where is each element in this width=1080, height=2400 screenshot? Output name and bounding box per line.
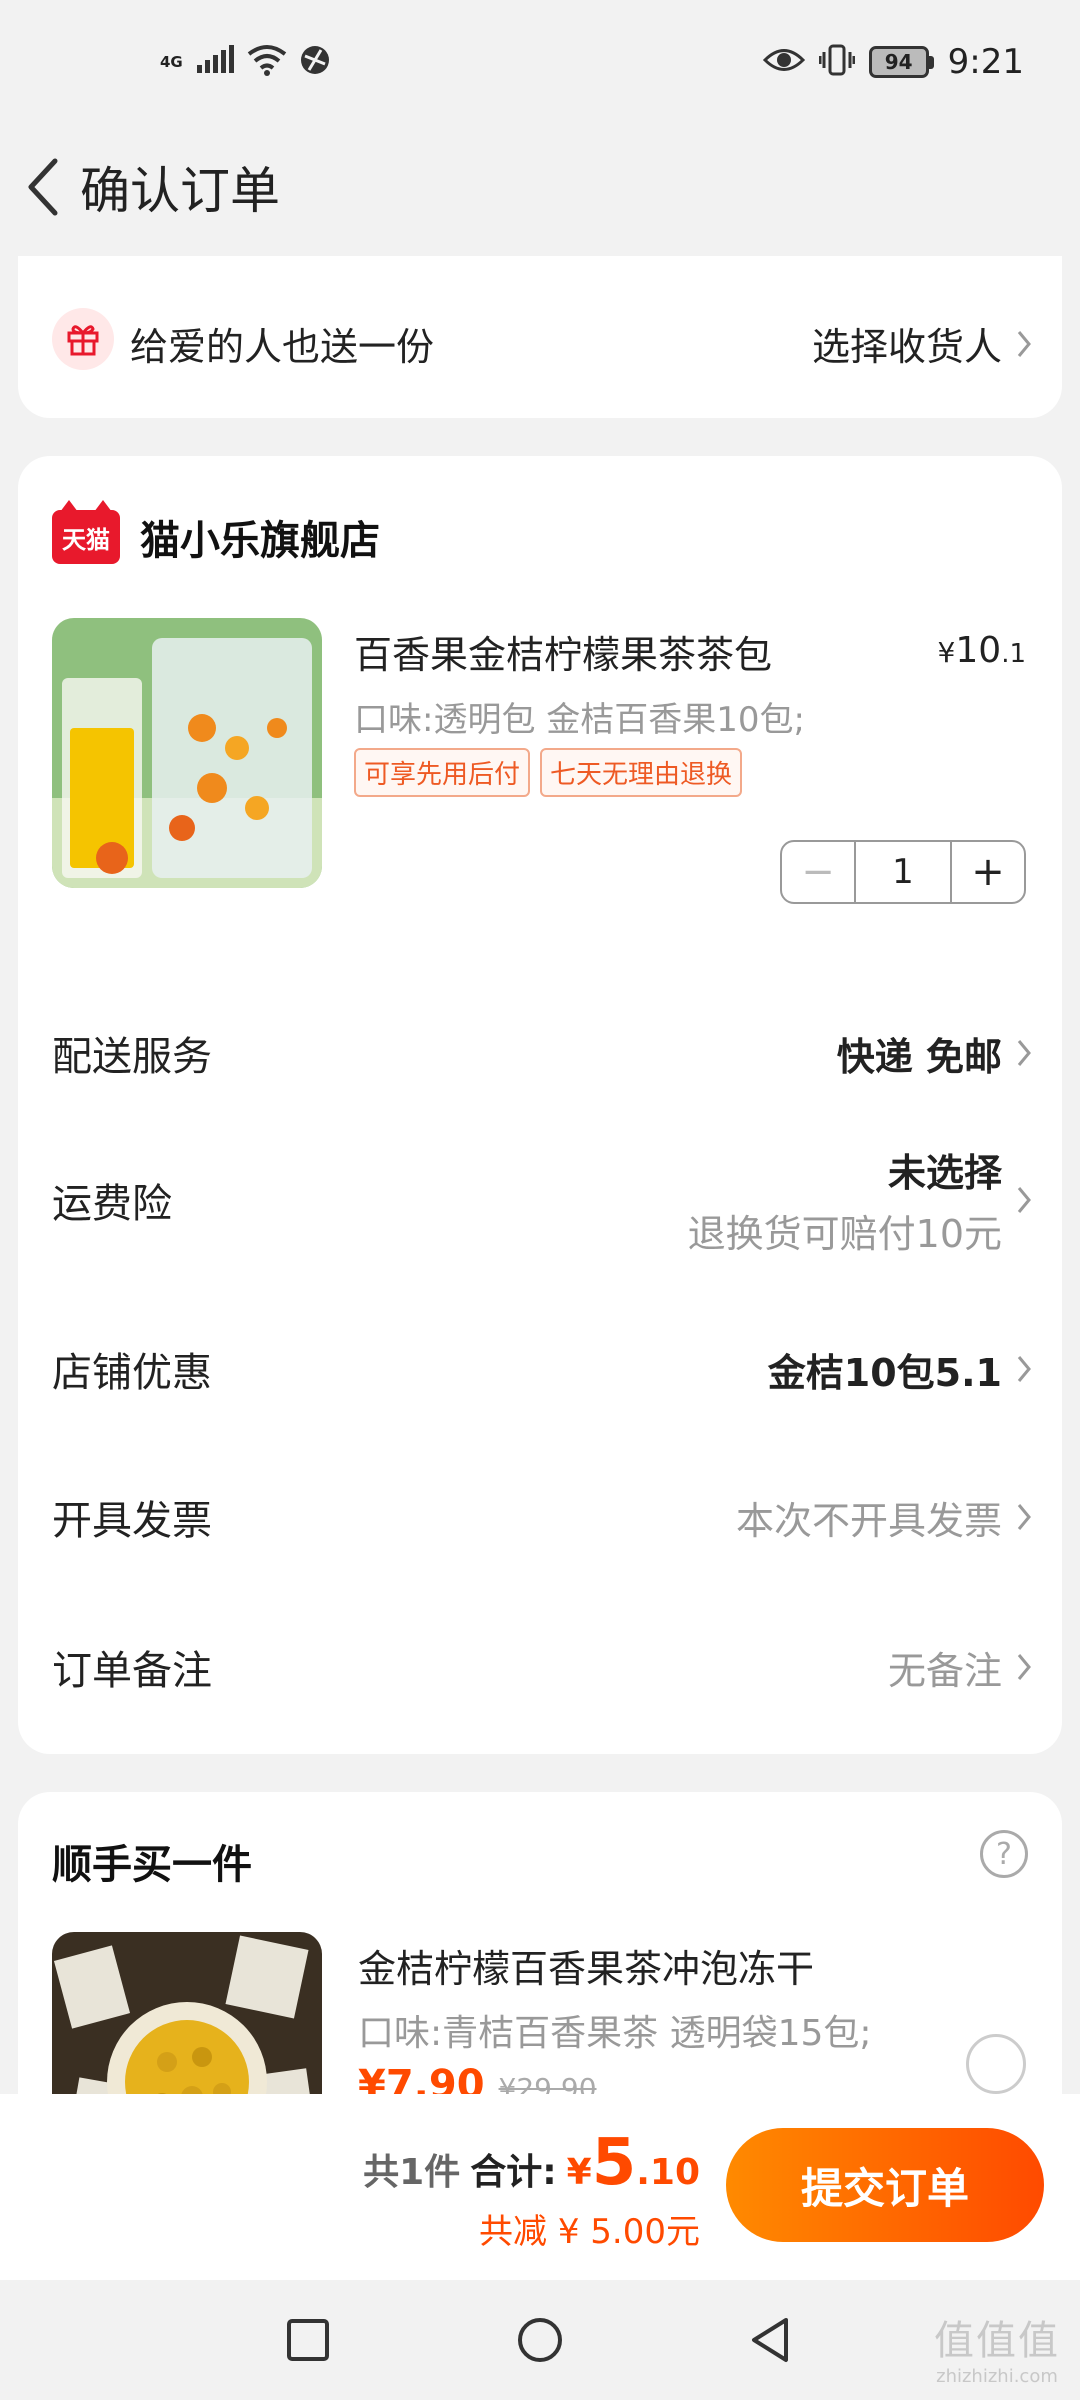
tag-pay-later: 可享先用后付 xyxy=(354,748,531,797)
tmall-logo: 天猫 xyxy=(52,500,120,564)
quantity-value[interactable]: 1 xyxy=(854,842,952,902)
tag-free-return: 七天无理由退换 xyxy=(540,748,743,797)
store-discount-label: 店铺优惠 xyxy=(52,1350,212,1396)
product-tags: 可享先用后付 七天无理由退换 xyxy=(354,748,743,797)
order-note-row[interactable]: 订单备注 无备注 xyxy=(52,1638,1032,1696)
page-header: 确认订单 xyxy=(0,132,1080,242)
addon-title: 顺手买一件 xyxy=(52,1842,252,1888)
square-icon xyxy=(287,2319,329,2361)
shipping-insurance-row[interactable]: 运费险 未选择 退换货可赔付10元 xyxy=(52,1142,1032,1258)
chevron-right-icon xyxy=(1017,1504,1031,1530)
watermark-logo: 值值值 xyxy=(934,2318,1060,2364)
chevron-right-icon xyxy=(1017,1187,1031,1213)
watermark-url: zhizhizhi.com xyxy=(936,2366,1058,2387)
discount-total: 共减 ¥ 5.00元 xyxy=(479,2212,700,2252)
invoice-row[interactable]: 开具发票 本次不开具发票 xyxy=(52,1488,1032,1546)
invoice-label: 开具发票 xyxy=(52,1498,212,1544)
triangle-back-icon xyxy=(752,2318,788,2362)
product-image[interactable] xyxy=(52,618,322,888)
addon-select-radio[interactable] xyxy=(966,2034,1026,2094)
chevron-right-icon xyxy=(1017,330,1031,357)
total-label: 合计: xyxy=(470,2152,557,2193)
decrease-quantity-button[interactable]: − xyxy=(782,842,854,902)
store-discount-row[interactable]: 店铺优惠 金桔10包5.1 xyxy=(52,1340,1032,1398)
total-price: ¥5.10 xyxy=(566,2126,700,2200)
battery-icon: 94 xyxy=(868,46,934,78)
submit-order-button[interactable]: 提交订单 xyxy=(726,2128,1044,2242)
wifi-icon xyxy=(247,44,287,80)
order-summary: 共1件 合计: ¥5.10 共减 ¥ 5.00元 xyxy=(363,2126,700,2253)
watermark: 值值值 zhizhizhi.com xyxy=(934,2308,1060,2387)
store-row[interactable]: 天猫 猫小乐旗舰店 xyxy=(52,500,380,566)
recent-apps-button[interactable] xyxy=(278,2310,338,2370)
status-right: 94 9:21 xyxy=(762,42,1024,82)
checkout-bar: 共1件 合计: ¥5.10 共减 ¥ 5.00元 提交订单 xyxy=(0,2094,1080,2280)
increase-quantity-button[interactable]: + xyxy=(952,842,1024,902)
delivery-service-row[interactable]: 配送服务 快递 免邮 xyxy=(52,1024,1032,1082)
battery-level: 94 xyxy=(868,46,929,78)
quantity-stepper: − 1 + xyxy=(780,840,1026,904)
addon-product-spec: 口味:青桔百香果茶 透明袋15包; xyxy=(358,2013,872,2054)
circle-icon xyxy=(518,2318,562,2362)
invoice-value: 本次不开具发票 xyxy=(735,1498,1002,1543)
gift-text: 给爱的人也送一份 xyxy=(130,325,435,369)
chevron-right-icon xyxy=(1017,1040,1031,1066)
status-left: 4G xyxy=(160,44,331,80)
network-type-label: 4G xyxy=(160,53,183,71)
store-name: 猫小乐旗舰店 xyxy=(140,518,380,564)
system-nav-bar: 值值值 zhizhizhi.com xyxy=(0,2280,1080,2400)
order-note-value: 无备注 xyxy=(887,1648,1002,1693)
clock: 9:21 xyxy=(947,42,1024,82)
product-price: ¥10.1 xyxy=(937,630,1026,671)
gift-card[interactable]: 给爱的人也送一份 选择收货人 xyxy=(18,256,1062,418)
product-spec[interactable]: 口味:透明包 金桔百香果10包; xyxy=(354,692,805,741)
delivery-service-label: 配送服务 xyxy=(52,1034,212,1080)
chevron-left-icon xyxy=(28,158,58,216)
eye-comfort-icon xyxy=(762,45,805,79)
shipping-insurance-sub: 退换货可赔付10元 xyxy=(687,1212,1002,1256)
gift-icon xyxy=(52,308,114,370)
delivery-service-value: 快递 免邮 xyxy=(836,1034,1002,1079)
system-back-button[interactable] xyxy=(740,2310,800,2370)
order-note-label: 订单备注 xyxy=(52,1648,212,1694)
chevron-right-icon xyxy=(1017,1356,1031,1382)
shipping-insurance-value: 未选择 xyxy=(887,1151,1002,1195)
signal-icon xyxy=(195,45,235,79)
select-recipient-button[interactable]: 选择收货人 xyxy=(812,316,1032,371)
shipping-insurance-label: 运费险 xyxy=(52,1181,172,1227)
addon-card: 顺手买一件 ? 金桔柠檬百香果茶冲泡冻干 口味:青桔百香果茶 透明袋15包; ¥… xyxy=(18,1792,1062,2122)
home-button[interactable] xyxy=(510,2310,570,2370)
status-bar: 4G 94 9:21 xyxy=(0,0,1080,120)
vpn-globe-icon xyxy=(299,44,331,80)
item-count: 共1件 xyxy=(363,2152,461,2193)
page-title: 确认订单 xyxy=(80,162,280,220)
chevron-right-icon xyxy=(1017,1654,1031,1680)
order-card: 天猫 猫小乐旗舰店 百香果金桔柠檬果茶茶包 ¥10.1 口味:透明包 金桔百香果… xyxy=(18,456,1062,1754)
store-discount-value: 金桔10包5.1 xyxy=(767,1350,1002,1395)
select-recipient-label: 选择收货人 xyxy=(811,325,1002,369)
back-button[interactable] xyxy=(8,142,78,232)
help-icon[interactable]: ? xyxy=(980,1830,1028,1878)
vibrate-icon xyxy=(818,43,856,81)
product-title[interactable]: 百香果金桔柠檬果茶茶包 xyxy=(354,624,772,679)
addon-product-name[interactable]: 金桔柠檬百香果茶冲泡冻干 xyxy=(358,1938,814,1993)
